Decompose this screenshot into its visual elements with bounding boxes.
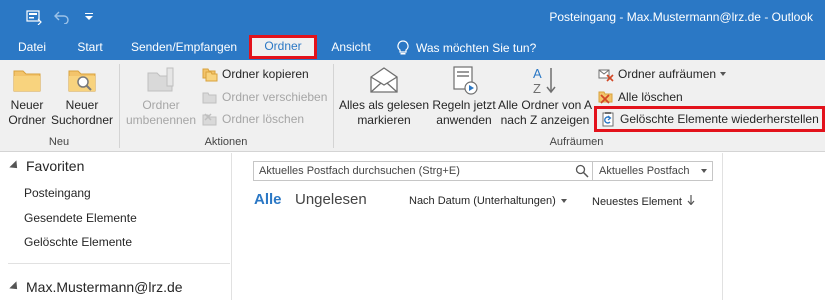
- group-label-aufraeumen: Aufräumen: [549, 136, 604, 148]
- search-folder-icon: [66, 64, 98, 96]
- tab-senden-empfangen[interactable]: Senden/Empfangen: [126, 38, 242, 58]
- new-search-folder-button[interactable]: Neuer Suchordner: [50, 64, 114, 128]
- search-scope-dropdown[interactable]: Aktuelles Postfach: [592, 162, 712, 180]
- account-header[interactable]: Max.Mustermann@lrz.de: [9, 279, 183, 295]
- tab-datei[interactable]: Datei: [12, 38, 52, 58]
- rename-folder-button[interactable]: Ordner umbenennen: [124, 64, 198, 128]
- sort-az-button[interactable]: AZ Alle Ordner von A nach Z anzeigen: [497, 64, 593, 128]
- expand-triangle-icon: [9, 160, 21, 172]
- message-list: Aktuelles Postfach durchsuchen (Strg+E) …: [241, 153, 721, 300]
- group-label-neu: Neu: [48, 136, 70, 148]
- recover-deleted-items-button[interactable]: Gelöschte Elemente wiederherstellen: [594, 106, 825, 132]
- tab-start[interactable]: Start: [70, 38, 110, 58]
- window-title: Posteingang - Max.Mustermann@lrz.de - Ou…: [549, 10, 813, 24]
- group-label-aktionen: Aktionen: [204, 136, 248, 148]
- divider: [8, 263, 230, 264]
- filter-unread[interactable]: Ungelesen: [295, 191, 367, 208]
- undo-icon[interactable]: [54, 8, 70, 26]
- tell-me-label: Was möchten Sie tun?: [416, 41, 537, 55]
- search-icon[interactable]: [572, 162, 592, 180]
- copy-folder-button[interactable]: Ordner kopieren: [202, 64, 309, 84]
- new-folder-button[interactable]: Neuer Ordner: [5, 64, 49, 128]
- chevron-down-icon: [560, 199, 567, 203]
- send-receive-icon[interactable]: [26, 8, 42, 26]
- folder-item-gesendete-elemente[interactable]: Gesendete Elemente: [24, 211, 137, 225]
- run-rules-icon: [448, 64, 480, 96]
- rename-folder-icon: [145, 64, 177, 96]
- search-box: Aktuelles Postfach durchsuchen (Strg+E) …: [253, 161, 713, 181]
- chevron-down-icon: [720, 72, 727, 76]
- delete-all-button[interactable]: Alle löschen: [598, 87, 683, 107]
- arrow-down-icon: [687, 195, 695, 208]
- expand-triangle-icon: [9, 281, 21, 293]
- delete-folder-icon: [202, 111, 218, 127]
- move-folder-icon: [202, 89, 218, 105]
- sort-by-dropdown[interactable]: Nach Datum (Unterhaltungen): [409, 195, 567, 207]
- clean-up-icon: [598, 66, 614, 82]
- run-rules-button[interactable]: Regeln jetzt anwenden: [432, 64, 496, 128]
- chevron-down-icon: [701, 169, 707, 173]
- open-envelope-icon: [368, 64, 400, 96]
- tell-me-box[interactable]: Was möchten Sie tun?: [396, 38, 542, 58]
- ribbon: Neuer Ordner Neuer Suchordner Neu Ordner…: [0, 60, 825, 152]
- delete-folder-button[interactable]: Ordner löschen: [202, 109, 304, 129]
- clean-up-button[interactable]: Ordner aufräumen: [598, 64, 727, 84]
- folder-item-geloeschte-elemente[interactable]: Gelöschte Elemente: [24, 235, 132, 249]
- copy-folder-icon: [202, 66, 218, 82]
- lightbulb-icon: [396, 40, 410, 56]
- search-input[interactable]: Aktuelles Postfach durchsuchen (Strg+E): [254, 165, 572, 177]
- svg-text:A: A: [533, 66, 542, 81]
- customize-qat-icon[interactable]: [84, 8, 94, 26]
- filter-all[interactable]: Alle: [254, 191, 282, 208]
- delete-all-icon: [598, 89, 614, 105]
- tab-ordner[interactable]: Ordner: [249, 35, 317, 59]
- folder-item-posteingang[interactable]: Posteingang: [24, 186, 91, 200]
- move-folder-button[interactable]: Ordner verschieben: [202, 87, 327, 107]
- folder-icon: [11, 64, 43, 96]
- svg-text:Z: Z: [533, 81, 541, 96]
- folder-pane: Favoriten Posteingang Gesendete Elemente…: [0, 153, 232, 300]
- sort-order-toggle[interactable]: Neuestes Element: [592, 195, 695, 208]
- tab-ansicht[interactable]: Ansicht: [325, 38, 377, 58]
- title-bar: Posteingang - Max.Mustermann@lrz.de - Ou…: [0, 0, 825, 34]
- sort-az-icon: AZ: [529, 64, 561, 96]
- recover-deleted-icon: [600, 111, 616, 127]
- ribbon-tab-bar: Datei Start Senden/Empfangen Ordner Ansi…: [0, 34, 825, 60]
- favorites-header[interactable]: Favoriten: [9, 158, 84, 174]
- mark-all-read-button[interactable]: Alles als gelesen markieren: [338, 64, 430, 128]
- reading-pane: [722, 153, 825, 300]
